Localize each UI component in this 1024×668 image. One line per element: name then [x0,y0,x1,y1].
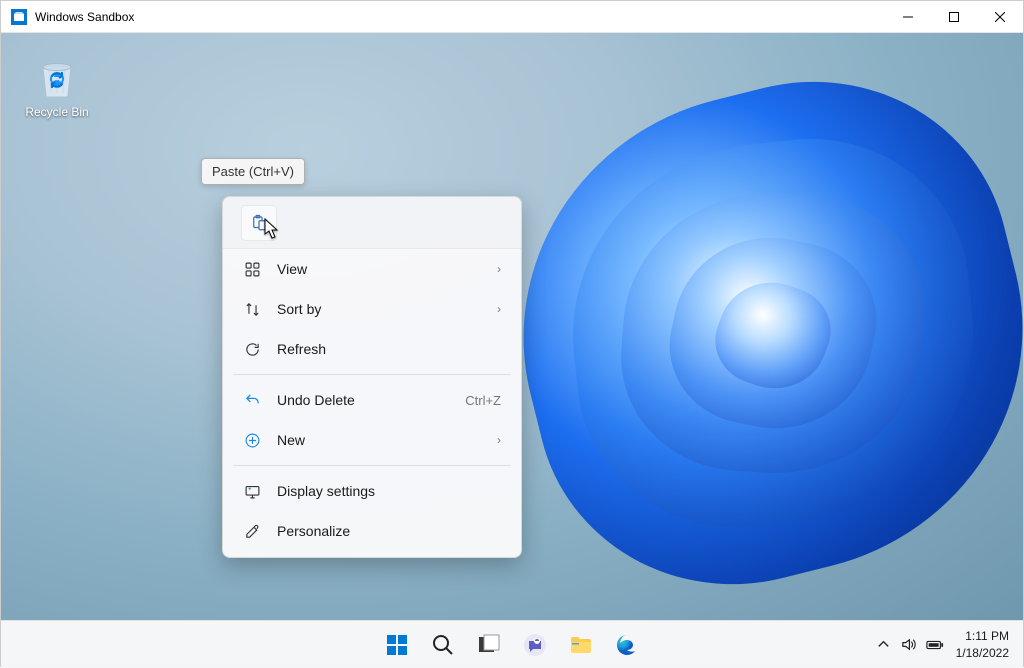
context-menu-undo-delete-accel: Ctrl+Z [465,393,501,408]
context-menu-personalize[interactable]: Personalize [223,511,521,551]
chevron-right-icon: › [497,262,501,276]
sandbox-app-icon [11,9,27,25]
paintbrush-icon [241,520,263,542]
context-menu-separator [233,465,511,466]
window-titlebar: Windows Sandbox [1,1,1023,33]
close-button[interactable] [977,1,1023,32]
context-menu-new-label: New [277,432,497,448]
window-title: Windows Sandbox [35,10,885,24]
undo-icon [241,389,263,411]
file-explorer-button[interactable] [561,625,601,665]
maximize-button[interactable] [931,1,977,32]
context-menu-personalize-label: Personalize [277,523,501,539]
recycle-bin-label: Recycle Bin [19,105,95,119]
context-menu-view[interactable]: View › [223,249,521,289]
desktop-context-menu: View › Sort by › Refresh Undo Delete Ctr… [222,196,522,558]
battery-icon[interactable] [926,639,944,651]
recycle-bin-icon [33,53,81,101]
minimize-button[interactable] [885,1,931,32]
context-menu-display-settings[interactable]: Display settings [223,471,521,511]
context-menu-sort-by-label: Sort by [277,301,497,317]
chevron-right-icon: › [497,302,501,316]
paste-tooltip: Paste (Ctrl+V) [201,158,305,185]
taskbar-clock[interactable]: 1:11 PM 1/18/2022 [956,628,1009,660]
context-menu-view-label: View [277,261,497,277]
wallpaper-bloom [473,83,1023,583]
clock-date: 1/18/2022 [956,645,1009,661]
desktop[interactable]: Recycle Bin Paste (Ctrl+V) View › [1,33,1023,620]
context-menu-display-settings-label: Display settings [277,483,501,499]
taskbar-center [377,625,647,665]
context-menu-refresh[interactable]: Refresh [223,329,521,369]
mouse-cursor [264,218,280,240]
edge-button[interactable] [607,625,647,665]
plus-circle-icon [241,429,263,451]
context-menu-undo-delete[interactable]: Undo Delete Ctrl+Z [223,380,521,420]
taskbar: 1:11 PM 1/18/2022 [1,620,1023,668]
system-tray[interactable] [876,637,944,652]
chat-button[interactable] [515,625,555,665]
context-menu-new[interactable]: New › [223,420,521,460]
context-menu-sort-by[interactable]: Sort by › [223,289,521,329]
refresh-icon [241,338,263,360]
context-menu-refresh-label: Refresh [277,341,501,357]
sort-icon [241,298,263,320]
chevron-right-icon: › [497,433,501,447]
grid-icon [241,258,263,280]
tray-overflow-icon[interactable] [876,637,891,652]
context-menu-separator [233,374,511,375]
display-settings-icon [241,480,263,502]
start-button[interactable] [377,625,417,665]
recycle-bin-desktop-icon[interactable]: Recycle Bin [19,53,95,119]
window-controls [885,1,1023,32]
search-button[interactable] [423,625,463,665]
context-menu-undo-delete-label: Undo Delete [277,392,465,408]
clock-time: 1:11 PM [956,628,1009,644]
volume-icon[interactable] [901,637,916,652]
task-view-button[interactable] [469,625,509,665]
taskbar-right: 1:11 PM 1/18/2022 [876,628,1009,660]
